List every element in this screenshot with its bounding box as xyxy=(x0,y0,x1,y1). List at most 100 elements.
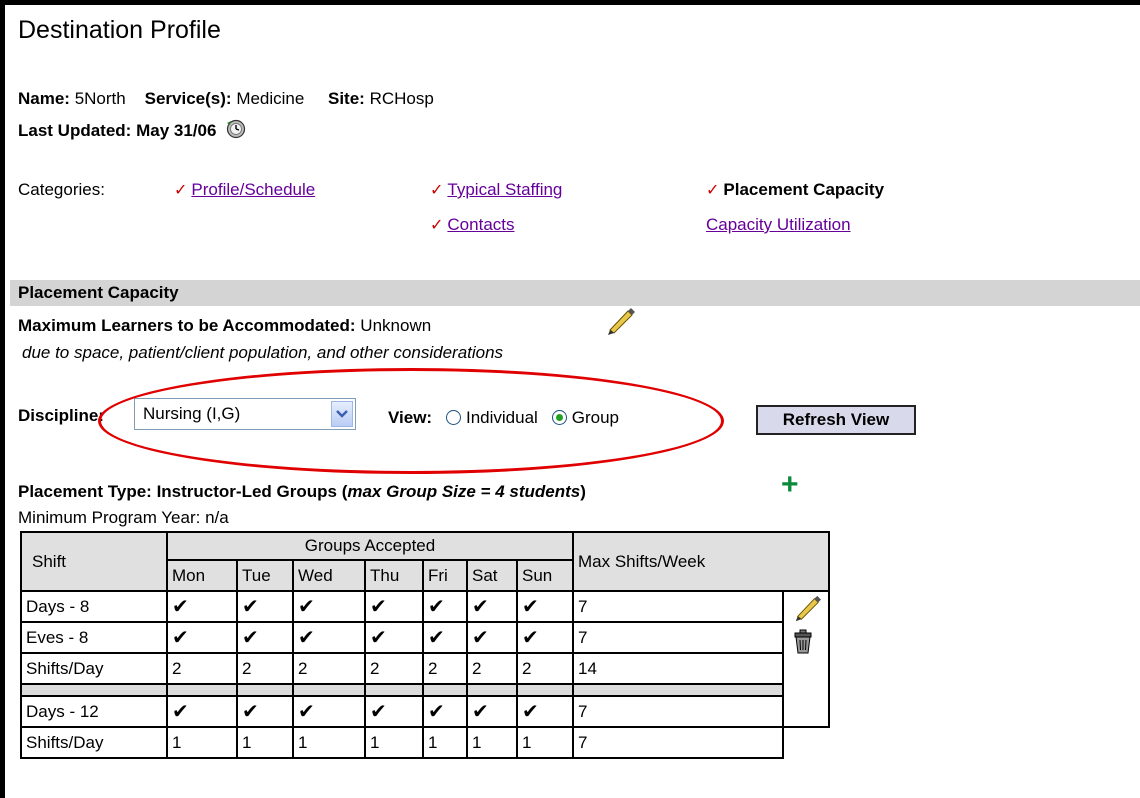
placement-type-value: Instructor-Led Groups ( xyxy=(156,482,348,501)
day-cell: 2 xyxy=(292,652,366,685)
max-learners-value: Unknown xyxy=(360,316,432,335)
day-header-sat: Sat xyxy=(466,559,518,592)
day-header-mon: Mon xyxy=(166,559,238,592)
table-row: Days - 8 ✔ ✔ ✔ ✔ ✔ ✔ ✔ 7 xyxy=(20,590,830,728)
categories-label: Categories: xyxy=(18,180,105,199)
day-header-sun: Sun xyxy=(516,559,574,592)
view-group: View: Individual Group xyxy=(388,408,619,428)
service-value: Medicine xyxy=(236,89,305,108)
view-option-label[interactable]: Group xyxy=(572,408,619,427)
discipline-select[interactable]: Nursing (I,G) xyxy=(134,398,356,430)
placement-type-label: Placement Type: xyxy=(18,482,152,501)
category-capacity-utilization[interactable]: Capacity Utilization xyxy=(706,215,851,235)
max-cell: 7 xyxy=(572,695,784,728)
day-cell: 2 xyxy=(236,652,294,685)
day-cell: ✔ xyxy=(364,695,424,728)
placement-type-line: Placement Type: Instructor-Led Groups (m… xyxy=(18,482,586,501)
shift-header: Shift xyxy=(20,531,168,592)
edit-pencil-icon[interactable] xyxy=(792,594,828,627)
day-cell: 1 xyxy=(422,726,468,759)
edit-pencil-icon[interactable] xyxy=(604,306,636,341)
page-title: Destination Profile xyxy=(18,16,221,44)
category-link[interactable]: Capacity Utilization xyxy=(706,215,851,234)
day-cell: 1 xyxy=(166,726,238,759)
category-link[interactable]: Profile/Schedule xyxy=(191,180,315,199)
site-label: Site: xyxy=(327,89,365,108)
day-cell: ✔ xyxy=(466,621,518,654)
max-learners-label: Maximum Learners to be Accommodated: xyxy=(18,316,356,335)
view-option-label[interactable]: Individual xyxy=(466,408,538,427)
day-cell: ✔ xyxy=(166,695,238,728)
day-cell: 1 xyxy=(516,726,574,759)
day-cell: ✔ xyxy=(236,695,294,728)
check-icon: ✓ xyxy=(174,182,188,199)
check-icon: ✓ xyxy=(430,182,444,199)
max-shifts-header: Max Shifts/Week xyxy=(572,531,830,592)
category-typical-staffing[interactable]: ✓ Typical Staffing xyxy=(430,180,562,200)
max-cell: 7 xyxy=(572,726,784,759)
day-cell: 2 xyxy=(466,652,518,685)
shift-cell: Eves - 8 xyxy=(20,621,168,654)
refresh-view-button[interactable]: Refresh View xyxy=(756,405,916,435)
name-value: 5North xyxy=(74,89,126,108)
trash-icon[interactable] xyxy=(792,629,828,660)
updated-line: Last Updated: May 31/06 xyxy=(18,119,247,144)
day-cell: ✔ xyxy=(516,621,574,654)
view-radio-individual[interactable] xyxy=(446,410,462,425)
day-cell: ✔ xyxy=(236,621,294,654)
day-cell: 1 xyxy=(364,726,424,759)
day-cell: ✔ xyxy=(466,590,518,623)
shift-cell: Days - 8 xyxy=(20,590,168,623)
history-icon[interactable] xyxy=(225,119,247,144)
check-icon: ✓ xyxy=(706,182,720,199)
day-cell: 2 xyxy=(364,652,424,685)
service-label: Service(s): xyxy=(144,89,232,108)
day-cell: 1 xyxy=(236,726,294,759)
day-cell: ✔ xyxy=(516,590,574,623)
info-line: Name: 5North Service(s): Medicine Site: … xyxy=(18,89,434,109)
day-cell: ✔ xyxy=(236,590,294,623)
day-cell: ✔ xyxy=(166,590,238,623)
discipline-label: Discipline: xyxy=(18,406,104,425)
section-title: Placement Capacity xyxy=(18,283,179,302)
table-row: Days - 12 ✔ ✔ ✔ ✔ ✔ ✔ ✔ 7 xyxy=(20,695,829,728)
min-program-year: Minimum Program Year: n/a xyxy=(18,508,229,527)
shift-cell: Days - 12 xyxy=(20,695,168,728)
check-icon: ✓ xyxy=(430,217,444,234)
max-cell: 7 xyxy=(572,590,784,623)
table-row: Shifts/Day 2 2 2 2 2 2 2 14 xyxy=(20,652,829,685)
section-header: Placement Capacity xyxy=(10,280,1140,306)
day-cell: ✔ xyxy=(422,590,468,623)
category-link[interactable]: Contacts xyxy=(447,215,514,234)
view-label: View: xyxy=(388,408,433,427)
category-current: Placement Capacity xyxy=(723,180,885,199)
table-row: Shifts/Day 1 1 1 1 1 1 1 7 xyxy=(20,726,829,759)
day-header-tue: Tue xyxy=(236,559,294,592)
max-cell: 14 xyxy=(572,652,784,685)
table-row: Eves - 8 ✔ ✔ ✔ ✔ ✔ ✔ ✔ 7 xyxy=(20,621,829,654)
day-cell: 2 xyxy=(422,652,468,685)
max-group-size: max Group Size = 4 students xyxy=(347,482,581,501)
day-cell: ✔ xyxy=(422,621,468,654)
groups-accepted-header: Groups Accepted xyxy=(166,531,574,561)
table-spacer-row xyxy=(20,683,829,697)
updated-label: Last Updated: xyxy=(18,121,132,140)
placement-capacity-table: Shift Groups Accepted Max Shifts/Week Mo… xyxy=(20,531,830,759)
day-cell: ✔ xyxy=(516,695,574,728)
max-learners-line: Maximum Learners to be Accommodated: Unk… xyxy=(18,316,431,336)
view-radio-group[interactable] xyxy=(552,410,567,425)
window-frame-left xyxy=(0,0,5,798)
day-cell: ✔ xyxy=(292,621,366,654)
category-link[interactable]: Typical Staffing xyxy=(447,180,562,199)
site-value: RCHosp xyxy=(369,89,434,108)
add-plus-icon[interactable]: + xyxy=(781,470,799,500)
day-cell: 2 xyxy=(166,652,238,685)
category-profile-schedule[interactable]: ✓ Profile/Schedule xyxy=(174,180,315,200)
day-cell: ✔ xyxy=(292,695,366,728)
max-learners-note: due to space, patient/client population,… xyxy=(22,343,504,362)
category-contacts[interactable]: ✓ Contacts xyxy=(430,215,515,235)
name-label: Name: xyxy=(18,89,70,108)
chevron-down-icon[interactable] xyxy=(331,401,353,427)
day-cell: ✔ xyxy=(466,695,518,728)
day-header-thu: Thu xyxy=(364,559,424,592)
